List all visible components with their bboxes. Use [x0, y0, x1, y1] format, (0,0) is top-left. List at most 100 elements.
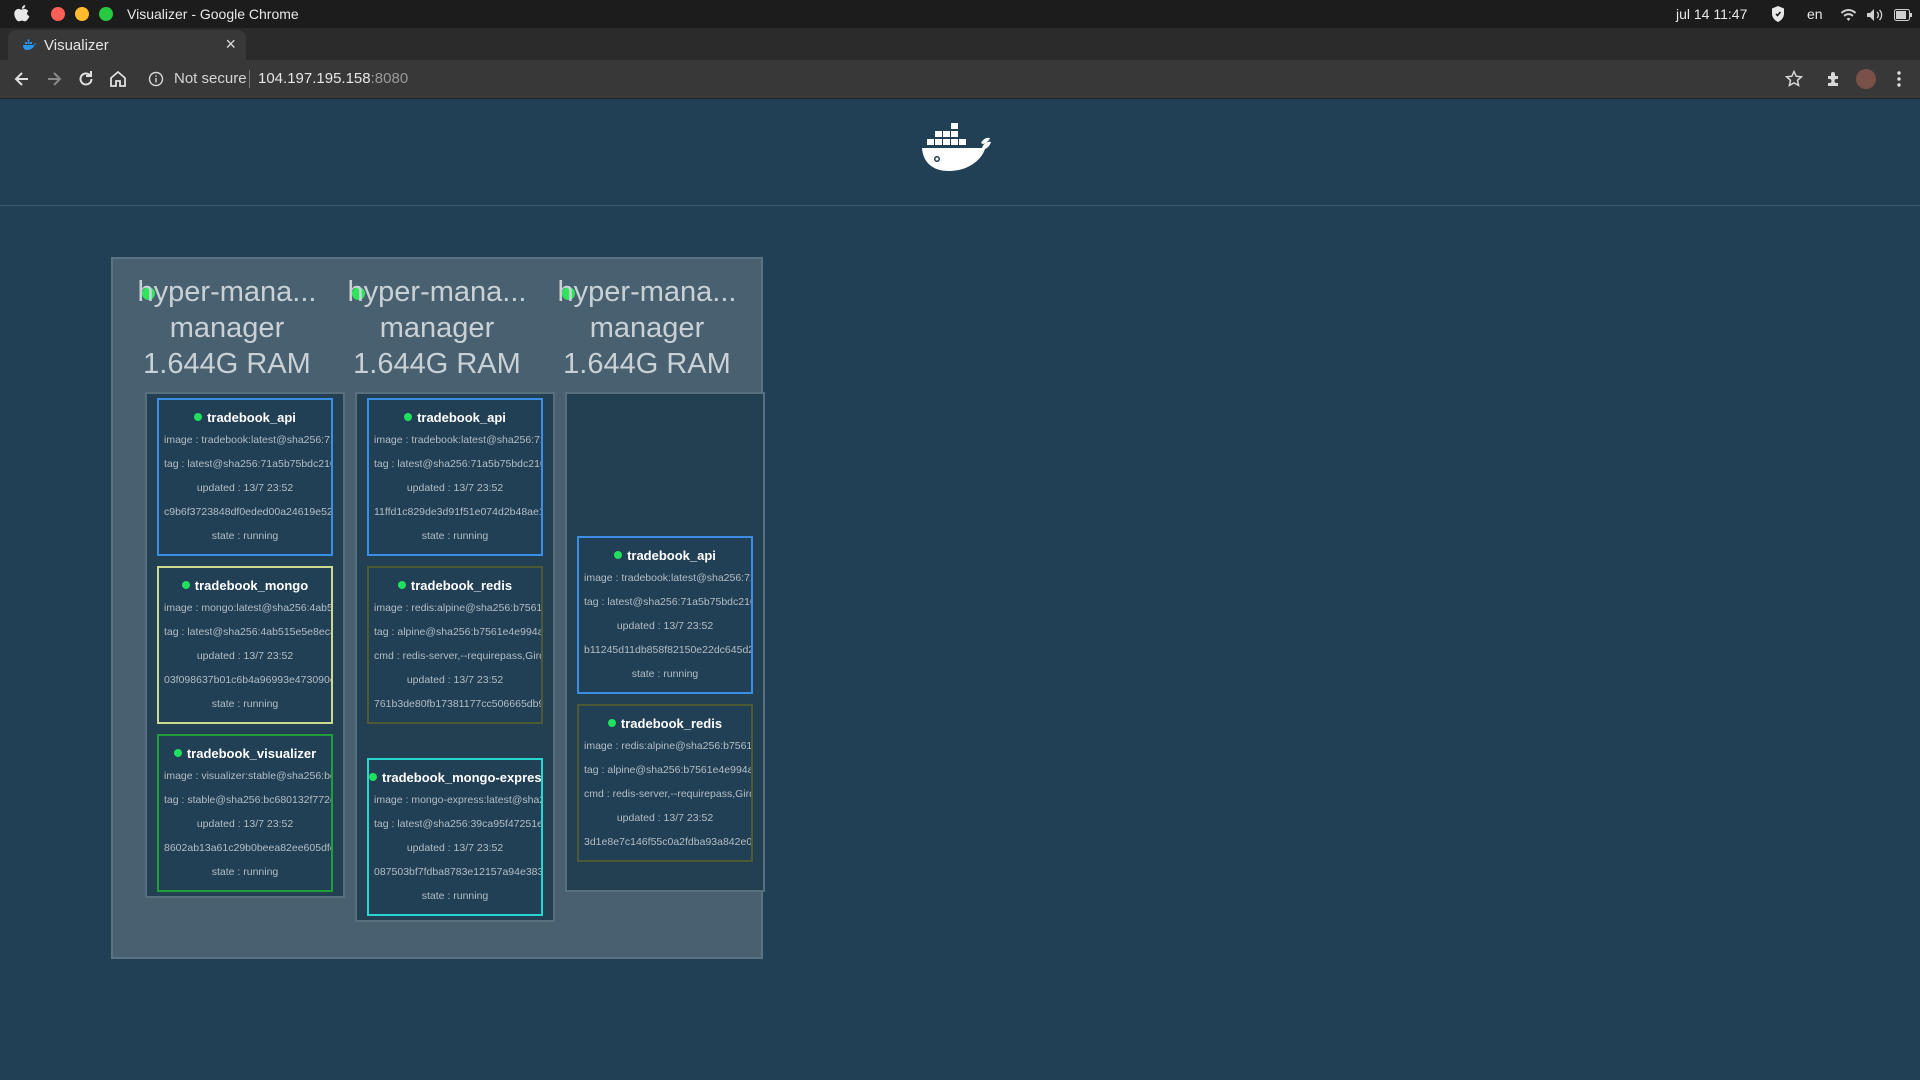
- task-detail-line: updated : 13/7 23:52: [196, 482, 294, 494]
- node-ram: 1.644G RAM: [353, 348, 521, 380]
- task-name: tradebook_api: [579, 548, 751, 563]
- forward-icon[interactable]: [44, 69, 64, 89]
- task-name-label: tradebook_api: [627, 548, 716, 563]
- swarm-cluster: hyper-mana... manager 1.644G RAM tradebook_…: [111, 257, 765, 959]
- url-port: :8080: [370, 70, 409, 87]
- volume-icon[interactable]: [1866, 8, 1884, 22]
- task-detail-line: c9b6f3723848df0eded00a24619e52: [164, 506, 333, 518]
- node-ram: 1.644G RAM: [143, 348, 311, 380]
- node-role: manager: [379, 312, 495, 344]
- node-role: manager: [589, 312, 705, 344]
- os-top-bar: Visualizer - Google Chrome jul 14 11:47 …: [0, 0, 1920, 28]
- task-detail-line: tag : latest@sha256:4ab515e5e8eca: [164, 626, 333, 638]
- task-detail-line: tag : alpine@sha256:b7561e4e994ab: [584, 764, 753, 776]
- task-card-visualizer[interactable]: tradebook_visualizer image : visualizer:s…: [157, 734, 333, 892]
- battery-icon[interactable]: [1894, 9, 1912, 21]
- task-status-dot: [607, 719, 616, 727]
- node-name[interactable]: hyper-mana...: [127, 275, 327, 309]
- task-detail-line: 03f098637b01c6b4a96993e473090c: [164, 674, 333, 686]
- task-detail-line: tag : latest@sha256:71a5b75bdc210: [164, 458, 333, 470]
- back-icon[interactable]: [12, 69, 32, 89]
- wifi-icon[interactable]: [1840, 8, 1857, 22]
- task-detail-line: state : running: [211, 698, 279, 710]
- address-divider: [249, 70, 250, 88]
- tab-strip: Visualizer × +: [0, 28, 1920, 83]
- task-card-express[interactable]: tradebook_mongo-express image : mongo-exp…: [367, 758, 543, 916]
- task-status-dot: [173, 749, 182, 757]
- task-detail-line: 8602ab13a61c29b0beea82ee605dfd: [164, 842, 333, 854]
- task-card-api[interactable]: tradebook_apiimage : tradebook:latest@sh…: [367, 398, 543, 556]
- task-status-dot: [181, 581, 190, 589]
- close-tab-button[interactable]: ×: [225, 34, 236, 55]
- task-name: tradebook_redis: [369, 578, 541, 593]
- node-tasks-container: tradebook_apiimage : tradebook:latest@sh…: [355, 392, 555, 922]
- task-card-api[interactable]: tradebook_apiimage : tradebook:latest@sh…: [577, 536, 753, 694]
- node-name[interactable]: hyper-mana...: [547, 275, 747, 309]
- task-name-label: tradebook_visualizer: [186, 746, 317, 761]
- task-detail-line: state : running: [579, 860, 751, 862]
- task-card-redis[interactable]: tradebook_redis image : redis:alpine@sha2…: [367, 566, 543, 724]
- node-tasks-container: tradebook_apiimage : tradebook:latest@sh…: [565, 392, 765, 892]
- task-detail-line: b11245d11db858f82150e22dc645d2: [584, 644, 753, 656]
- task-detail-line: updated : 13/7 23:52: [406, 482, 504, 494]
- task-name: tradebook_visualizer: [159, 746, 331, 761]
- task-detail-line: image : redis:alpine@sha256:b7561e: [584, 740, 753, 752]
- shield-icon[interactable]: [1771, 6, 1785, 22]
- extensions-icon[interactable]: [1824, 69, 1844, 89]
- task-status-dot: [614, 551, 623, 559]
- task-card-mongo[interactable]: tradebook_mongo image : mongo:latest@sha2…: [157, 566, 333, 724]
- task-detail-line: image : tradebook:latest@sha256:71: [164, 434, 333, 446]
- task-detail-line: state : running: [369, 722, 541, 724]
- visualizer-page: hyper-mana... manager 1.644G RAM tradebook_…: [0, 99, 1920, 1080]
- apple-icon[interactable]: [14, 5, 30, 23]
- task-status-dot: [404, 413, 413, 421]
- task-detail-line: cmd : redis-server,--requirepass,Gird: [374, 650, 543, 662]
- window-close-button[interactable]: [51, 7, 65, 21]
- home-icon[interactable]: [108, 69, 128, 89]
- task-detail-line: tag : latest@sha256:71a5b75bdc210: [584, 596, 753, 608]
- task-status-dot: [369, 773, 377, 781]
- task-name-label: tradebook_mongo-express: [382, 770, 543, 785]
- profile-avatar[interactable]: [1856, 69, 1876, 89]
- task-detail-line: updated : 13/7 23:52: [406, 842, 504, 854]
- page-header: [0, 99, 1920, 206]
- task-detail-line: updated : 13/7 23:52: [406, 674, 504, 686]
- task-status-dot: [397, 581, 406, 589]
- task-card-redis[interactable]: tradebook_redisimage : redis:alpine@sha2…: [577, 704, 753, 862]
- star-icon[interactable]: [1784, 69, 1804, 89]
- node-ram: 1.644G RAM: [563, 348, 731, 380]
- task-name: tradebook_redis: [579, 716, 751, 731]
- task-detail-line: updated : 13/7 23:52: [616, 812, 714, 824]
- task-detail-line: image : tradebook:latest@sha256:71: [584, 572, 753, 584]
- address-bar[interactable]: 104.197.195.158:8080: [258, 70, 408, 87]
- info-icon[interactable]: [148, 71, 164, 87]
- reload-icon[interactable]: [76, 69, 96, 89]
- task-detail-line: updated : 13/7 23:52: [196, 650, 294, 662]
- window-title: Visualizer - Google Chrome: [127, 6, 299, 22]
- task-name: tradebook_api: [159, 410, 331, 425]
- task-detail-line: updated : 13/7 23:52: [616, 620, 714, 632]
- node-name[interactable]: hyper-mana...: [337, 275, 537, 309]
- language-indicator[interactable]: en: [1807, 6, 1823, 22]
- system-clock[interactable]: jul 14 11:47: [1676, 6, 1747, 22]
- task-detail-line: state : running: [211, 530, 279, 542]
- task-detail-line: image : tradebook:latest@sha256:71: [374, 434, 543, 446]
- browser-toolbar: Not secure 104.197.195.158:8080: [0, 60, 1920, 99]
- docker-favicon-icon: [23, 39, 36, 50]
- task-card-api[interactable]: tradebook_apiimage : tradebook:latest@sh…: [157, 398, 333, 556]
- task-name-label: tradebook_api: [417, 410, 506, 425]
- task-detail-line: 11ffd1c829de3d91f51e074d2b48ae1: [374, 506, 543, 518]
- task-name-label: tradebook_api: [207, 410, 296, 425]
- window-maximize-button[interactable]: [99, 7, 113, 21]
- task-detail-line: cmd : redis-server,--requirepass,Gird: [584, 788, 753, 800]
- node-role: manager: [169, 312, 285, 344]
- security-status[interactable]: Not secure: [174, 70, 247, 87]
- task-detail-line: state : running: [211, 866, 279, 878]
- tab-title: Visualizer: [44, 37, 109, 54]
- window-minimize-button[interactable]: [75, 7, 89, 21]
- menu-icon[interactable]: [1889, 69, 1909, 89]
- task-status-dot: [194, 413, 203, 421]
- task-name-label: tradebook_redis: [410, 578, 513, 593]
- url-host: 104.197.195.158: [258, 70, 371, 87]
- tab-visualizer[interactable]: Visualizer ×: [8, 30, 246, 60]
